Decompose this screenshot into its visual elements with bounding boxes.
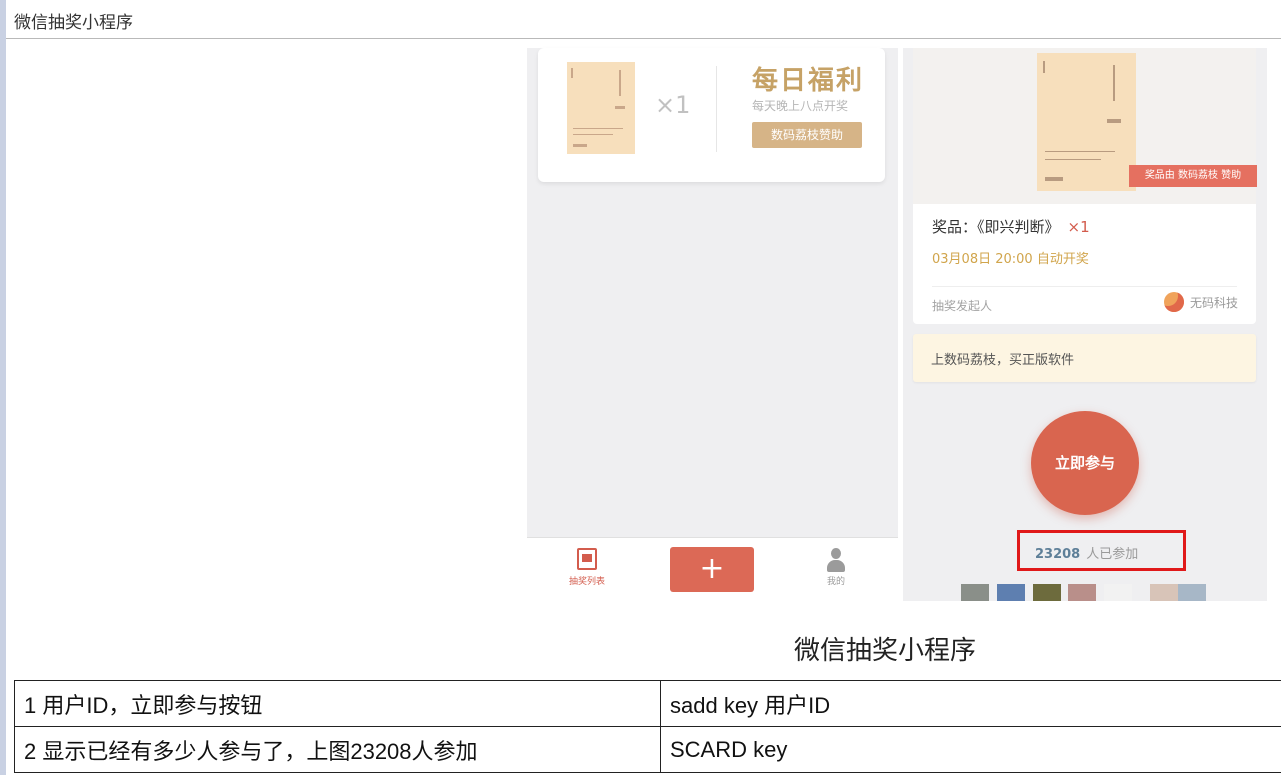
notice-banner: 上数码荔枝，买正版软件 <box>913 334 1256 382</box>
divider <box>932 286 1237 287</box>
tab-lottery-list[interactable]: 抽奖列表 <box>559 548 615 587</box>
avatar <box>997 584 1025 601</box>
book-cover <box>1037 53 1136 191</box>
lottery-list-screen: ×1 每日福利 每天晚上八点开奖 数码荔枝赞助 <box>527 48 898 600</box>
avatar <box>1104 584 1132 601</box>
avatar <box>1068 584 1096 601</box>
prize-quantity: ×1 <box>655 91 691 119</box>
sponsor-tag: 奖品由 数码荔枝 赞助 <box>1129 165 1257 187</box>
left-rail <box>0 0 6 775</box>
participant-count-highlight: 23208 人已参加 <box>1017 530 1186 571</box>
participant-number: 23208 <box>1035 547 1081 562</box>
sponsor-badge: 数码荔枝赞助 <box>752 122 862 148</box>
organizer-logo-icon <box>1163 292 1184 312</box>
table-cell: 1 用户ID，立即参与按钮 <box>14 680 661 727</box>
prize-card[interactable]: ×1 每日福利 每天晚上八点开奖 数码荔枝赞助 <box>538 48 885 182</box>
daily-welfare-title: 每日福利 <box>752 66 865 96</box>
avatar <box>1033 584 1061 601</box>
notice-text: 上数码荔枝，买正版软件 <box>931 353 1075 368</box>
table-cell: sadd key 用户ID <box>660 680 1281 727</box>
tab-label: 抽奖列表 <box>568 577 605 587</box>
table-row: 1 用户ID，立即参与按钮 sadd key 用户ID <box>14 680 1281 727</box>
table-row: 2 显示已经有多少人参与了，上图23208人参加 SCARD key <box>14 726 1281 773</box>
list-icon <box>577 548 597 570</box>
draw-time: 03月08日 20:00 自动开奖 <box>932 252 1089 267</box>
initiator-label: 抽奖发起人 <box>932 299 993 313</box>
avatar <box>1178 584 1206 601</box>
book-thumbnail <box>567 62 635 154</box>
prize-detail-card: 奖品由 数码荔枝 赞助 奖品：《即兴判断》 ×1 03月08日 20:00 自动开… <box>913 48 1257 324</box>
avatar <box>961 584 989 601</box>
avatar <box>1150 584 1178 601</box>
command-table: 1 用户ID，立即参与按钮 sadd key 用户ID 2 显示已经有多少人参与… <box>14 680 1281 773</box>
prize-image: 奖品由 数码荔枝 赞助 <box>913 48 1257 204</box>
lottery-detail-screen: 奖品由 数码荔枝 赞助 奖品：《即兴判断》 ×1 03月08日 20:00 自动开… <box>903 48 1267 601</box>
participant-suffix: 人已参加 <box>1086 547 1139 562</box>
organizer[interactable]: 无码科技 <box>1163 292 1238 312</box>
tab-label: 我的 <box>826 577 845 587</box>
participant-count: 23208 人已参加 <box>1035 543 1138 562</box>
add-lottery-button[interactable]: + <box>670 547 754 592</box>
title-bar: 微信抽奖小程序 <box>6 0 1281 39</box>
table-cell: SCARD key <box>660 726 1281 773</box>
prize-quantity: ×1 <box>1067 218 1090 236</box>
table-cell: 2 显示已经有多少人参与了，上图23208人参加 <box>14 726 661 773</box>
tab-mine[interactable]: 我的 <box>813 548 859 587</box>
card-divider <box>716 66 717 152</box>
window-title: 微信抽奖小程序 <box>14 13 133 33</box>
user-icon <box>826 548 846 574</box>
prize-label: 奖品：《即兴判断》 <box>932 218 1060 236</box>
tab-bar: 抽奖列表 + 我的 <box>527 537 898 600</box>
figure-caption: 微信抽奖小程序 <box>794 636 977 666</box>
join-now-button[interactable]: 立即参与 <box>1031 411 1139 515</box>
prize-name: 奖品：《即兴判断》 ×1 <box>932 216 1090 237</box>
organizer-name: 无码科技 <box>1189 295 1238 310</box>
daily-welfare-subtitle: 每天晚上八点开奖 <box>752 99 849 113</box>
